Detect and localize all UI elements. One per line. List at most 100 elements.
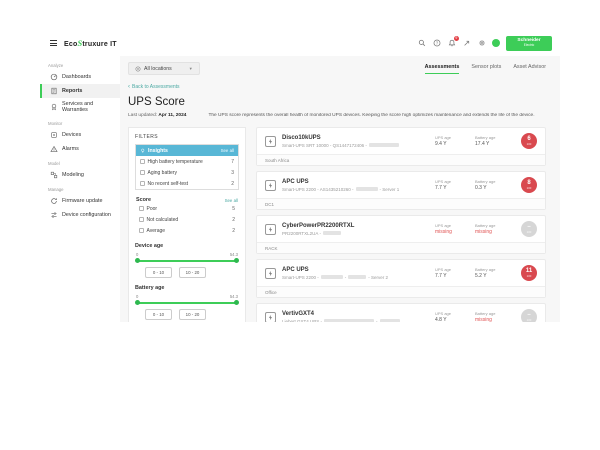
device-list: Disco10kUPS Smart-UPS SRT 10000 - QS14471… bbox=[256, 127, 546, 322]
filter-count: 2 bbox=[232, 228, 235, 234]
search-icon[interactable] bbox=[417, 39, 426, 48]
sidebar-item-alarms[interactable]: Alarms bbox=[40, 142, 120, 156]
filter-average[interactable]: Average2 bbox=[135, 225, 239, 236]
device-name[interactable]: APC UPS bbox=[282, 179, 429, 185]
slider-handle-min[interactable] bbox=[135, 258, 140, 263]
battery-age-range-input-1[interactable]: 0 - 10 bbox=[145, 309, 172, 320]
back-link[interactable]: ‹Back to Assessments bbox=[128, 84, 180, 90]
device-card[interactable]: APC UPSSmart-UPS 2200 - - - Server 2UPS … bbox=[256, 259, 546, 298]
sidebar-item-label: Services and Warranties bbox=[62, 101, 112, 113]
tab-assessments[interactable]: Assessments bbox=[425, 64, 460, 74]
redacted-text bbox=[380, 319, 400, 322]
checkbox-icon[interactable] bbox=[139, 217, 144, 222]
sidebar-item-label: Devices bbox=[62, 132, 81, 138]
topbar: EcoStruxure IT ? 9 Schneider Electric bbox=[40, 30, 560, 56]
device-details: Smart-UPS SRT 10000 - QS1447172406 - bbox=[282, 143, 429, 148]
filter-count: 2 bbox=[232, 217, 235, 223]
avatar[interactable] bbox=[492, 39, 500, 47]
device-age-slider[interactable] bbox=[135, 258, 239, 263]
notifications-icon[interactable]: 9 bbox=[447, 39, 456, 48]
sidebar-item-firmware-update[interactable]: Firmware update bbox=[40, 194, 120, 208]
slider-handle-min[interactable] bbox=[135, 300, 140, 305]
redacted-text bbox=[369, 143, 399, 147]
schneider-electric-logo[interactable]: Schneider Electric bbox=[506, 36, 552, 51]
stat-ups-age: UPS age4.8 Y bbox=[435, 311, 469, 322]
settings-gear-icon[interactable] bbox=[477, 39, 486, 48]
device-age-filter: Device age 054.3 0 - 10 10 - 20 bbox=[135, 243, 239, 278]
help-icon[interactable]: ? bbox=[432, 39, 441, 48]
checkbox-icon[interactable] bbox=[139, 228, 144, 233]
filter-aging-battery[interactable]: Aging battery3 bbox=[136, 167, 238, 178]
battery-age-label: Battery age bbox=[135, 285, 239, 291]
filter-poor[interactable]: Poor5 bbox=[135, 203, 239, 214]
sidebar-item-reports[interactable]: Reports bbox=[40, 84, 120, 98]
score-see-all-link[interactable]: See all bbox=[225, 198, 238, 203]
back-arrow-icon: ‹ bbox=[128, 84, 130, 90]
last-updated: Last updated: Apr 11, 2024 bbox=[128, 113, 186, 118]
slider-handle-max[interactable] bbox=[234, 258, 239, 263]
ups-device-icon bbox=[265, 224, 276, 235]
checkbox-icon[interactable] bbox=[140, 170, 145, 175]
filter-count: 7 bbox=[231, 159, 234, 165]
score-badge: 11100 bbox=[521, 265, 537, 281]
slider-handle-max[interactable] bbox=[234, 300, 239, 305]
ups-device-icon bbox=[265, 312, 276, 323]
feedback-icon[interactable] bbox=[462, 39, 471, 48]
modeling-icon bbox=[50, 171, 58, 179]
filter-not-calculated[interactable]: Not calculated2 bbox=[135, 214, 239, 225]
services-icon bbox=[50, 103, 58, 111]
checkbox-icon[interactable] bbox=[140, 181, 145, 186]
sidebar-item-devices[interactable]: Devices bbox=[40, 128, 120, 142]
device-name[interactable]: APC UPS bbox=[282, 267, 429, 273]
page-title: UPS Score bbox=[128, 96, 546, 108]
dashboards-icon bbox=[50, 73, 58, 81]
sidebar-section-label: Model bbox=[40, 156, 120, 168]
location-selector[interactable]: All locations ▼ bbox=[128, 62, 200, 75]
alarms-icon bbox=[50, 145, 58, 153]
stat-ups-age: UPS age7.7 Y bbox=[435, 179, 469, 192]
score-badge: 6100 bbox=[521, 133, 537, 149]
filter-high-battery-temperature[interactable]: High battery temperature7 bbox=[136, 156, 238, 167]
tab-sensor-plots[interactable]: Sensor plots bbox=[471, 64, 501, 74]
device-name[interactable]: VertivGXT4 bbox=[282, 311, 429, 317]
filter-label: Aging battery bbox=[148, 170, 229, 176]
device-details: Liebert GXT4 UPS - - bbox=[282, 319, 429, 323]
ups-device-icon bbox=[265, 136, 276, 147]
device-name[interactable]: CyberPowerPR2200RTXL bbox=[282, 223, 429, 229]
insights-filter-group: Insights See all High battery temperatur… bbox=[135, 144, 239, 190]
sidebar-section-label: Monitor bbox=[40, 116, 120, 128]
battery-age-range-input-2[interactable]: 10 - 20 bbox=[179, 309, 206, 320]
chevron-down-icon: ▼ bbox=[189, 66, 193, 71]
sidebar-section-label: Manage bbox=[40, 182, 120, 194]
score-badge: –100 bbox=[521, 221, 537, 237]
device-age-range-input-1[interactable]: 0 - 10 bbox=[145, 267, 172, 278]
device-card[interactable]: Disco10kUPS Smart-UPS SRT 10000 - QS14471… bbox=[256, 127, 546, 166]
battery-age-slider[interactable] bbox=[135, 300, 239, 305]
device-card[interactable]: CyberPowerPR2200RTXLPR2200RTXL2UA - UPS … bbox=[256, 215, 546, 254]
configuration-icon bbox=[50, 211, 58, 219]
sidebar-item-device-configuration[interactable]: Device configuration bbox=[40, 208, 120, 222]
filter-no-recent-self-test[interactable]: No recent self-test2 bbox=[136, 178, 238, 189]
page-description: The UPS score represents the overall hea… bbox=[208, 113, 546, 118]
app-logo: EcoStruxure IT bbox=[64, 38, 117, 48]
insights-see-all-link[interactable]: See all bbox=[221, 148, 234, 153]
sidebar-item-modeling[interactable]: Modeling bbox=[40, 168, 120, 182]
sidebar-item-dashboards[interactable]: Dashboards bbox=[40, 70, 120, 84]
sidebar-item-label: Device configuration bbox=[62, 212, 111, 218]
redacted-text bbox=[321, 275, 343, 279]
tab-asset-advisor[interactable]: Asset Advisor bbox=[513, 64, 546, 74]
devices-icon bbox=[50, 131, 58, 139]
checkbox-icon[interactable] bbox=[140, 159, 145, 164]
reports-icon bbox=[50, 87, 58, 95]
sidebar-item-services-and-warranties[interactable]: Services and Warranties bbox=[40, 98, 120, 116]
stat-battery-age: Battery agemissing bbox=[475, 311, 509, 322]
device-age-range-input-2[interactable]: 10 - 20 bbox=[179, 267, 206, 278]
stat-battery-age: Battery agemissing bbox=[475, 223, 509, 236]
device-name[interactable]: Disco10kUPS bbox=[282, 135, 429, 141]
filter-count: 5 bbox=[232, 206, 235, 212]
menu-icon[interactable] bbox=[48, 38, 59, 48]
device-card[interactable]: APC UPSSmart-UPS 2200 - AS1435210260 - -… bbox=[256, 171, 546, 210]
checkbox-icon[interactable] bbox=[139, 206, 144, 211]
insights-header: Insights bbox=[140, 148, 168, 154]
device-card[interactable]: VertivGXT4 Liebert GXT4 UPS - - UPS age4.… bbox=[256, 303, 546, 322]
